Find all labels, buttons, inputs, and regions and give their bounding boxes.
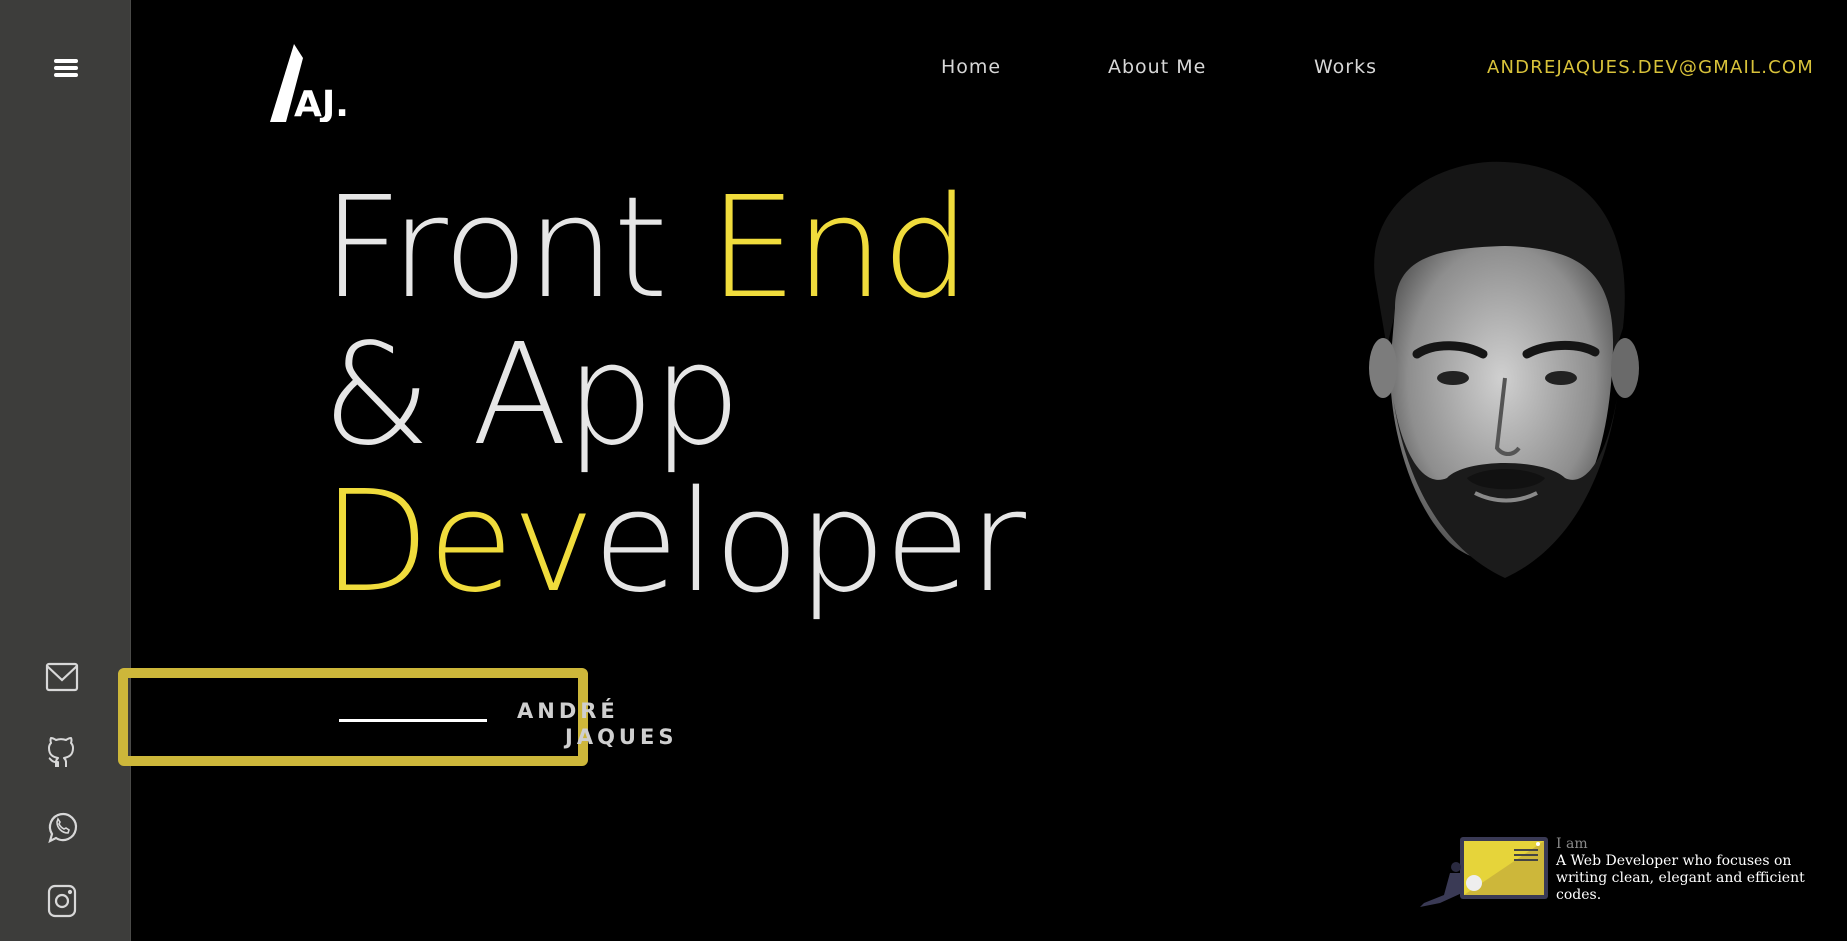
- author-last-name: JAQUES: [565, 725, 678, 749]
- headline-front: Front: [322, 167, 709, 330]
- author-name: ANDRÉ JAQUES: [517, 698, 677, 750]
- logo-text: AJ.: [294, 84, 349, 122]
- headline-line-2: & App: [322, 314, 741, 477]
- sidebar: [0, 0, 131, 941]
- intro-label: I am: [1556, 836, 1588, 852]
- headline-line-3: Developer: [322, 469, 1026, 616]
- email-link[interactable]: ANDREJAQUES.DEV@GMAIL.COM: [1487, 57, 1814, 78]
- hamburger-icon[interactable]: [54, 59, 78, 81]
- intro-text: I am A Web Developer who focuses on writ…: [1556, 836, 1806, 904]
- logo[interactable]: AJ.: [270, 44, 350, 125]
- whatsapp-icon[interactable]: [44, 810, 80, 846]
- github-icon[interactable]: [44, 734, 80, 770]
- intro-description: A Web Developer who focuses on writing c…: [1556, 853, 1805, 903]
- name-underline: [339, 719, 487, 722]
- profile-photo: [1355, 158, 1655, 588]
- headline-eloper: eloper: [592, 461, 1026, 624]
- headline-end: End: [708, 167, 971, 330]
- author-first-name: ANDRÉ: [517, 699, 619, 723]
- intro-card: I am A Web Developer who focuses on writ…: [1410, 828, 1810, 908]
- nav-home[interactable]: Home: [941, 56, 1001, 78]
- hero-headline: Front End & App Developer: [322, 175, 1026, 616]
- nav-works[interactable]: Works: [1314, 56, 1377, 78]
- instagram-icon[interactable]: [44, 883, 80, 919]
- nav-about-me[interactable]: About Me: [1108, 56, 1206, 78]
- headline-dev: Dev: [322, 461, 595, 624]
- developer-illustration: [1420, 837, 1548, 907]
- headline-line-1: Front End: [322, 175, 1024, 322]
- mail-icon[interactable]: [44, 659, 80, 695]
